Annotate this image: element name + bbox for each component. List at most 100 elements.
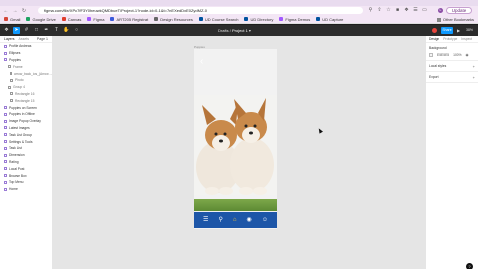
layer-item[interactable]: arrow_back_ios_(Arrow ...) bbox=[0, 70, 52, 77]
bookmark-design-resources[interactable]: Design Resources bbox=[154, 17, 193, 22]
layer-item[interactable]: Local Post bbox=[0, 165, 52, 172]
profile-avatar[interactable]: L bbox=[438, 8, 443, 13]
design-panel: Design Prototype Inspect Background E5E5… bbox=[425, 36, 478, 269]
layer-item[interactable]: Frame bbox=[0, 63, 52, 70]
eye-icon[interactable]: ◉ bbox=[466, 53, 469, 57]
hand-tool-icon[interactable]: ✋ bbox=[63, 27, 70, 34]
address-bar[interactable]: figma.com/file/XPc7fF3Y0heuwkQMDbueT/Pro… bbox=[38, 7, 363, 14]
frame-icon bbox=[4, 112, 7, 116]
layer-label: Ellipses bbox=[9, 51, 21, 56]
move-tool-icon[interactable]: ➤ bbox=[13, 27, 20, 34]
layer-item[interactable]: Ellipses bbox=[0, 50, 52, 57]
library-icon[interactable]: ☰ bbox=[203, 217, 208, 223]
layer-icon bbox=[10, 99, 13, 103]
file-title[interactable]: Drafts / Project 1 ▾ bbox=[218, 28, 251, 33]
background-color-swatch[interactable] bbox=[429, 53, 433, 57]
update-button[interactable]: Update bbox=[446, 7, 472, 14]
folder-icon bbox=[436, 17, 441, 22]
layer-item[interactable]: Top Menu bbox=[0, 179, 52, 186]
layer-label: Puppies bbox=[9, 57, 21, 62]
reading-list-icon[interactable]: ☰ bbox=[413, 7, 418, 13]
add-export-icon[interactable]: + bbox=[473, 75, 475, 80]
page-selector[interactable]: Page 1 bbox=[37, 37, 48, 41]
user-avatar[interactable] bbox=[432, 28, 437, 33]
bookmark-star-icon[interactable]: ☆ bbox=[386, 7, 391, 13]
other-bookmarks[interactable]: Other Bookmarks bbox=[436, 17, 474, 22]
ud-icon bbox=[198, 17, 203, 21]
bookmark-ud-directory[interactable]: UD Directory bbox=[244, 17, 273, 22]
canvas[interactable]: Puppies ‹ ☰ ⚲ ⌂ ◉ ☺ bbox=[53, 36, 425, 269]
sidebar-icon[interactable]: ▭ bbox=[422, 7, 427, 13]
layers-panel: Layers Assets Page 1 Profile Andreas Elli… bbox=[0, 36, 53, 269]
reload-icon[interactable]: ↻ bbox=[21, 8, 27, 14]
tab-design[interactable]: Design bbox=[429, 37, 439, 41]
ud-icon bbox=[316, 17, 321, 21]
zoom-icon[interactable]: ⚲ bbox=[368, 7, 373, 13]
layer-label: Latest Images bbox=[9, 125, 30, 130]
search-icon[interactable]: ⚲ bbox=[218, 217, 222, 223]
comment-tool-icon[interactable]: ○ bbox=[73, 27, 80, 34]
bookmark-google-drive[interactable]: Google Drive bbox=[26, 17, 56, 22]
account-icon[interactable]: ☺ bbox=[262, 217, 268, 223]
profile-icon[interactable]: ◉ bbox=[247, 217, 252, 223]
puppies-frame[interactable]: ‹ ☰ ⚲ ⌂ ◉ ☺ bbox=[194, 49, 277, 229]
layer-item[interactable]: Rating bbox=[0, 159, 52, 166]
tab-assets[interactable]: Assets bbox=[19, 37, 30, 41]
puzzle-icon[interactable]: ❖ bbox=[404, 7, 409, 13]
bookmark-ud-course-search[interactable]: UD Course Search bbox=[198, 17, 238, 22]
pen-tool-icon[interactable]: ✒ bbox=[43, 27, 50, 34]
layer-item[interactable]: Puppies on Screen bbox=[0, 104, 52, 111]
bookmark-art205[interactable]: ART205 Registrat bbox=[110, 17, 148, 22]
layer-item[interactable]: Browse Box bbox=[0, 172, 52, 179]
share-button[interactable]: Share bbox=[441, 27, 453, 34]
puppies-photo[interactable] bbox=[194, 95, 277, 195]
tab-inspect[interactable]: Inspect bbox=[461, 37, 472, 41]
layer-item[interactable]: Home bbox=[0, 186, 52, 193]
bookmark-figma-demos[interactable]: Figma Demos bbox=[279, 17, 310, 22]
bookmark-figma[interactable]: Figma bbox=[87, 17, 104, 22]
layer-item[interactable]: Photo bbox=[0, 77, 52, 84]
layer-item[interactable]: Settings & Tools bbox=[0, 138, 52, 145]
layer-item[interactable]: Dimension bbox=[0, 152, 52, 159]
bookmark-gmail[interactable]: Gmail bbox=[4, 17, 20, 22]
layer-item[interactable]: Task List Group bbox=[0, 131, 52, 138]
layer-label: Puppies in Offline bbox=[9, 112, 35, 117]
share-page-icon[interactable]: ⇧ bbox=[377, 7, 382, 13]
layer-item[interactable]: Puppies bbox=[0, 57, 52, 64]
layer-item[interactable]: Task List bbox=[0, 145, 52, 152]
frame-icon bbox=[4, 160, 7, 164]
arrow-back-icon[interactable]: ‹ bbox=[200, 57, 203, 67]
google-drive-icon bbox=[26, 17, 31, 21]
figma-menu-icon[interactable]: ❖ bbox=[3, 27, 10, 34]
background-fill-row[interactable]: E5E5E5 100% ◉ bbox=[429, 53, 475, 57]
tab-layers[interactable]: Layers bbox=[4, 37, 15, 41]
layer-item[interactable]: Profile Andreas bbox=[0, 43, 52, 50]
frame-icon bbox=[4, 119, 7, 123]
layer-item[interactable]: Latest Images bbox=[0, 125, 52, 132]
home-icon[interactable]: ⌂ bbox=[233, 217, 237, 223]
text-tool-icon[interactable]: T bbox=[53, 27, 60, 34]
extension-icon[interactable]: ■ bbox=[395, 7, 400, 13]
local-styles-section: Local styles + bbox=[426, 61, 478, 72]
background-opacity[interactable]: 100% bbox=[453, 53, 461, 57]
help-icon[interactable]: ? bbox=[466, 263, 473, 269]
figma-toolbar: ❖ ➤ # □ ✒ T ✋ ○ Drafts / Project 1 ▾ Sha… bbox=[0, 25, 478, 36]
shape-tool-icon[interactable]: □ bbox=[33, 27, 40, 34]
zoom-level[interactable]: 38% bbox=[466, 28, 473, 32]
layer-item[interactable]: Puppies in Offline bbox=[0, 111, 52, 118]
present-play-icon[interactable]: ▶ bbox=[457, 27, 463, 34]
forward-arrow-icon[interactable]: → bbox=[12, 8, 18, 14]
background-hex[interactable]: E5E5E5 bbox=[437, 53, 449, 57]
frame-icon bbox=[4, 58, 7, 62]
layer-item[interactable]: Group 4 bbox=[0, 84, 52, 91]
back-arrow-icon[interactable]: ← bbox=[3, 8, 9, 14]
bookmark-canvas[interactable]: Canvas bbox=[61, 17, 81, 22]
layer-item[interactable]: Rectangle 16 bbox=[0, 91, 52, 98]
add-style-icon[interactable]: + bbox=[473, 64, 475, 69]
tab-prototype[interactable]: Prototype bbox=[443, 37, 457, 41]
bookmark-ud-capture[interactable]: UD Capture bbox=[316, 17, 343, 22]
layer-item[interactable]: Image Popup Overlay bbox=[0, 118, 52, 125]
frame-tool-icon[interactable]: # bbox=[23, 27, 30, 34]
export-section: Export + bbox=[426, 72, 478, 83]
layer-item[interactable]: Rectangle 15 bbox=[0, 97, 52, 104]
